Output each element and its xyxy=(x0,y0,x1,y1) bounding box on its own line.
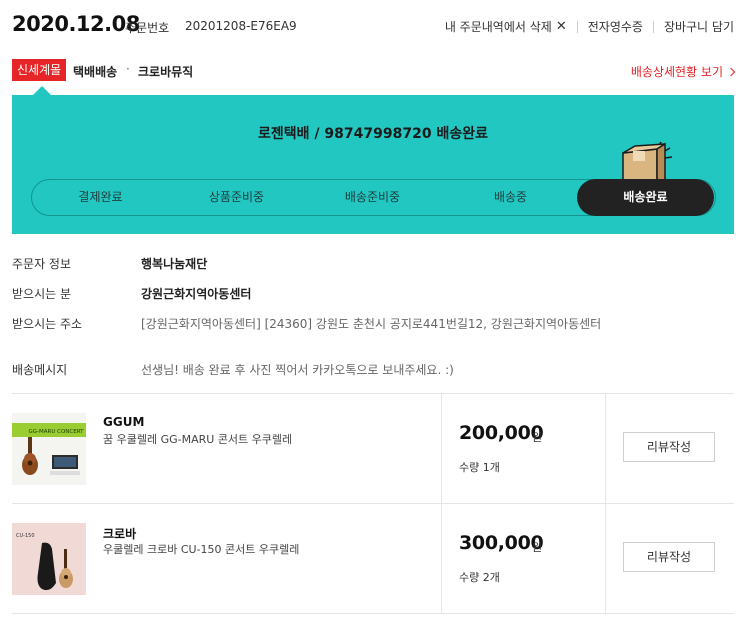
delete-order-button[interactable]: 내 주문내역에서 삭제 ✕ xyxy=(445,18,567,35)
address-label: 받으시는 주소 xyxy=(12,317,83,331)
receiver-value: 강원근화지역아동센터 xyxy=(141,287,252,301)
store-line: 신세계몰 택배배송 · 크로바뮤직 배송상세현황 보기 xyxy=(12,59,738,83)
close-icon: ✕ xyxy=(555,18,567,34)
product-brand[interactable]: GGUM xyxy=(103,415,144,429)
tracker-caret xyxy=(33,86,51,95)
message-value: 선생님! 배송 완료 후 사진 찍어서 카카오톡으로 보내주세요. :) xyxy=(141,363,454,377)
shipping-detail-link[interactable]: 배송상세현황 보기 xyxy=(630,63,736,80)
product-row: CU-150 크로바 우쿨렐레 크로바 CU-150 콘서트 우쿠렐레 300,… xyxy=(12,504,734,613)
thumbnail-text: CU-150 xyxy=(16,533,35,539)
price-currency: 원 xyxy=(532,431,543,444)
order-actions: 내 주문내역에서 삭제 ✕ 전자영수증 장바구니 담기 xyxy=(445,18,734,35)
orderer-value: 행복나눔재단 xyxy=(141,257,208,271)
step-preparing-shipment: 배송준비중 xyxy=(344,190,401,204)
write-review-button[interactable]: 리뷰작성 xyxy=(623,542,715,572)
delete-order-label: 내 주문내역에서 삭제 xyxy=(444,20,552,34)
separator-dot: · xyxy=(126,62,130,76)
step-delivered: 배송완료 xyxy=(577,179,714,216)
divider xyxy=(576,20,578,33)
product-quantity: 수량 2개 xyxy=(459,571,500,584)
divider xyxy=(652,20,654,33)
product-thumbnail[interactable]: GG-MARU CONCERT xyxy=(12,413,86,485)
message-label: 배송메시지 xyxy=(12,363,68,377)
address-value: [강원근화지역아동센터] [24360] 강원도 춘천시 공지로441번길12,… xyxy=(141,317,602,331)
seller-name: 크로바뮤직 xyxy=(138,65,194,79)
chevron-right-icon xyxy=(726,67,736,76)
order-progress-steps: 결제완료 상품준비중 배송준비중 배송중 배송완료 xyxy=(31,179,716,216)
add-to-cart-button[interactable]: 장바구니 담기 xyxy=(664,18,734,35)
divider xyxy=(605,504,606,613)
shipping-detail-label: 배송상세현황 보기 xyxy=(630,65,723,79)
step-in-transit: 배송중 xyxy=(493,190,528,204)
order-header: 2020.12.08 주문번호 20201208-E76EA9 내 주문내역에서… xyxy=(12,10,738,42)
product-name[interactable]: 꿈 우쿨렐레 GG-MARU 콘서트 우쿠렐레 xyxy=(103,431,292,447)
address-row: 받으시는 주소 [강원근화지역아동센터] [24360] 강원도 춘천시 공지로… xyxy=(12,315,738,335)
product-name[interactable]: 우쿨렐레 크로바 CU-150 콘서트 우쿠렐레 xyxy=(103,541,299,557)
thumbnail-text: GG-MARU CONCERT xyxy=(29,429,85,435)
step-payment-complete: 결제완료 xyxy=(78,190,123,204)
receiver-row: 받으시는 분 강원근화지역아동센터 xyxy=(12,285,738,305)
product-quantity: 수량 1개 xyxy=(459,461,500,474)
orderer-row: 주문자 정보 행복나눔재단 xyxy=(12,255,738,275)
product-brand[interactable]: 크로바 xyxy=(103,525,136,542)
divider xyxy=(605,394,606,503)
store-badge: 신세계몰 xyxy=(12,59,67,81)
product-price: 300,000 xyxy=(459,532,544,554)
price-currency: 원 xyxy=(532,541,543,554)
step-preparing-product: 상품준비중 xyxy=(208,190,265,204)
write-review-button[interactable]: 리뷰작성 xyxy=(623,432,715,462)
delivery-tracker: 로젠택배 / 98747998720 배송완료 결제완료 상품준비중 배송준비중… xyxy=(12,95,734,234)
divider xyxy=(441,394,442,503)
e-receipt-button[interactable]: 전자영수증 xyxy=(588,18,643,35)
divider xyxy=(441,504,442,613)
product-price: 200,000 xyxy=(459,422,544,444)
divider xyxy=(12,613,734,614)
order-number: 20201208-E76EA9 xyxy=(185,19,297,33)
message-row: 배송메시지 선생님! 배송 완료 후 사진 찍어서 카카오톡으로 보내주세요. … xyxy=(12,361,738,381)
order-number-label: 주문번호 xyxy=(125,21,170,35)
product-thumbnail[interactable]: CU-150 xyxy=(12,523,86,595)
shipping-type: 택배배송 xyxy=(73,65,118,79)
product-row: GG-MARU CONCERT GGUM 꿈 우쿨렐레 GG-MARU 콘서트 … xyxy=(12,394,734,503)
receiver-label: 받으시는 분 xyxy=(12,287,72,301)
orderer-label: 주문자 정보 xyxy=(12,257,72,271)
order-date: 2020.12.08 xyxy=(12,12,140,36)
